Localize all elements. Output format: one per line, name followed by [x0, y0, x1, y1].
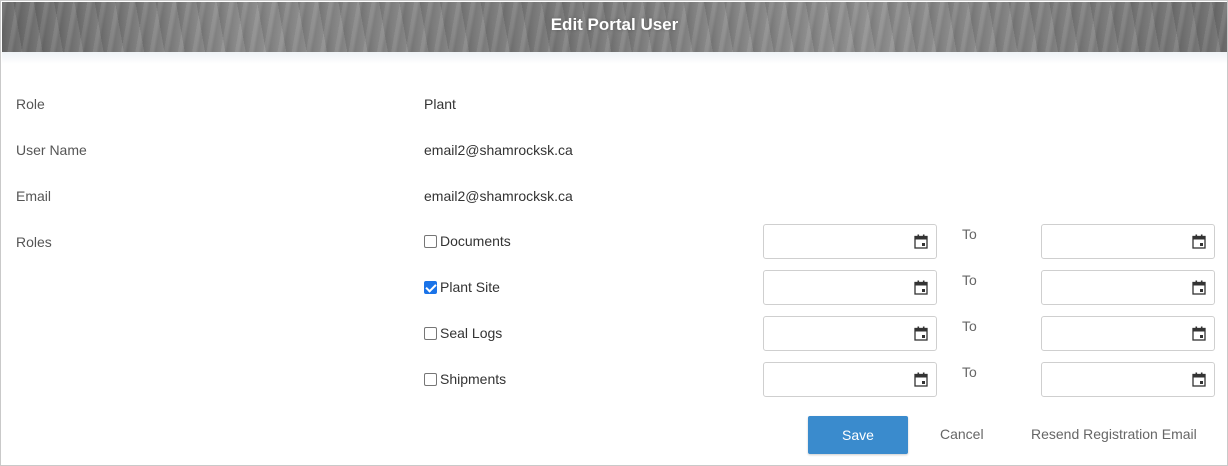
checkbox[interactable]: [424, 372, 437, 386]
calendar-icon[interactable]: [1192, 326, 1206, 341]
to-label: To: [962, 272, 977, 288]
calendar-icon[interactable]: [1192, 372, 1206, 387]
role-row-shipments: Shipments To: [1, 362, 1228, 398]
calendar-icon[interactable]: [914, 326, 928, 341]
from-date-field[interactable]: [764, 363, 936, 396]
to-label: To: [962, 318, 977, 334]
from-date-field[interactable]: [764, 317, 936, 350]
role-value: Plant: [424, 96, 456, 112]
role-from-date-input[interactable]: [763, 270, 937, 305]
role-checkbox-label: Seal Logs: [440, 325, 503, 341]
calendar-icon[interactable]: [914, 280, 928, 295]
cancel-button[interactable]: Cancel: [940, 426, 984, 442]
role-checkbox-label: Plant Site: [440, 279, 500, 295]
dialog-title: Edit Portal User: [550, 15, 679, 34]
role-row-plant-site: Plant Site To: [1, 270, 1228, 306]
resend-registration-email-button[interactable]: Resend Registration Email: [1031, 426, 1197, 442]
role-checkbox-seal-logs[interactable]: Seal Logs: [424, 325, 502, 341]
calendar-icon[interactable]: [1192, 280, 1206, 295]
from-date-field[interactable]: [764, 225, 936, 258]
dialog-header: Edit Portal User: [2, 2, 1227, 52]
calendar-icon[interactable]: [914, 234, 928, 249]
role-to-date-input[interactable]: [1041, 316, 1215, 351]
role-row-seal-logs: Seal Logs To: [1, 316, 1228, 352]
edit-portal-user-dialog: Edit Portal User Role Plant User Name em…: [0, 0, 1228, 466]
role-to-date-input[interactable]: [1041, 224, 1215, 259]
email-label: Email: [16, 188, 52, 204]
role-to-date-input[interactable]: [1041, 362, 1215, 397]
save-button[interactable]: Save: [808, 416, 908, 454]
from-date-field[interactable]: [764, 271, 936, 304]
role-checkbox-shipments[interactable]: Shipments: [424, 371, 506, 387]
role-checkbox-plant-site[interactable]: Plant Site: [424, 279, 500, 295]
to-date-field[interactable]: [1042, 271, 1214, 304]
role-checkbox-documents[interactable]: Documents: [424, 233, 511, 249]
header-shade: [2, 52, 1227, 64]
role-to-date-input[interactable]: [1041, 270, 1215, 305]
role-from-date-input[interactable]: [763, 362, 937, 397]
role-from-date-input[interactable]: [763, 224, 937, 259]
role-from-date-input[interactable]: [763, 316, 937, 351]
role-checkbox-label: Shipments: [440, 371, 507, 387]
calendar-icon[interactable]: [1192, 234, 1206, 249]
user-name-label: User Name: [16, 142, 87, 158]
checkbox[interactable]: [424, 280, 437, 294]
calendar-icon[interactable]: [914, 372, 928, 387]
role-checkbox-label: Documents: [440, 233, 511, 249]
user-name-value: email2@shamrocksk.ca: [424, 142, 573, 158]
checkbox[interactable]: [424, 234, 437, 248]
to-label: To: [962, 226, 977, 242]
to-date-field[interactable]: [1042, 225, 1214, 258]
role-label: Role: [16, 96, 45, 112]
checkbox[interactable]: [424, 326, 437, 340]
role-row-documents: Documents To: [1, 224, 1228, 260]
to-date-field[interactable]: [1042, 317, 1214, 350]
to-label: To: [962, 364, 977, 380]
to-date-field[interactable]: [1042, 363, 1214, 396]
email-value: email2@shamrocksk.ca: [424, 188, 573, 204]
